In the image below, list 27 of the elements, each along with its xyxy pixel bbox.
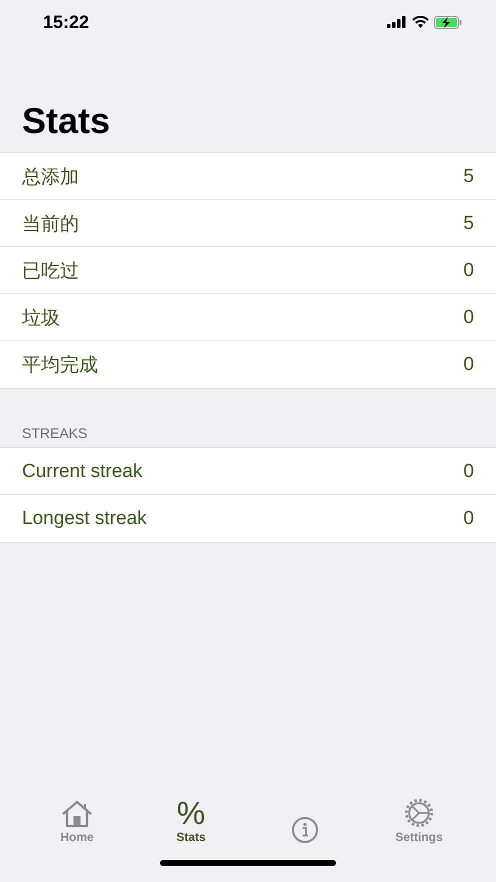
tab-bar-item[interactable]: Home	[37, 784, 117, 844]
page-title: Stats	[22, 101, 110, 141]
tab-bar-item[interactable]: % Stats	[151, 784, 231, 844]
stat-value: 5	[463, 212, 474, 234]
stat-label: 垃圾	[22, 306, 60, 330]
stat-label: 已吃过	[22, 260, 79, 284]
signal-icon	[387, 16, 407, 28]
stat-value: 0	[463, 306, 474, 328]
stat-label: 平均完成	[22, 354, 98, 378]
tab-bar-item[interactable]: Settings	[379, 784, 459, 844]
percent-icon: %	[176, 798, 206, 828]
home-icon	[60, 800, 94, 828]
stat-value: 5	[463, 166, 474, 188]
stat-label: 总添加	[22, 166, 79, 190]
info-icon	[290, 816, 320, 844]
wifi-icon	[412, 16, 429, 28]
streak-label: Longest streak	[22, 508, 147, 530]
section-header: STREAKS	[22, 425, 88, 441]
streak-label: Current streak	[22, 460, 142, 482]
battery-charging-icon	[434, 16, 462, 28]
stat-value: 0	[463, 260, 474, 282]
settings-icon	[403, 798, 435, 828]
status-time: 15:22	[43, 12, 90, 32]
streak-value: 0	[463, 508, 474, 530]
stat-value: 0	[463, 354, 474, 376]
streak-value: 0	[463, 460, 474, 482]
stat-label: 当前的	[22, 212, 79, 236]
